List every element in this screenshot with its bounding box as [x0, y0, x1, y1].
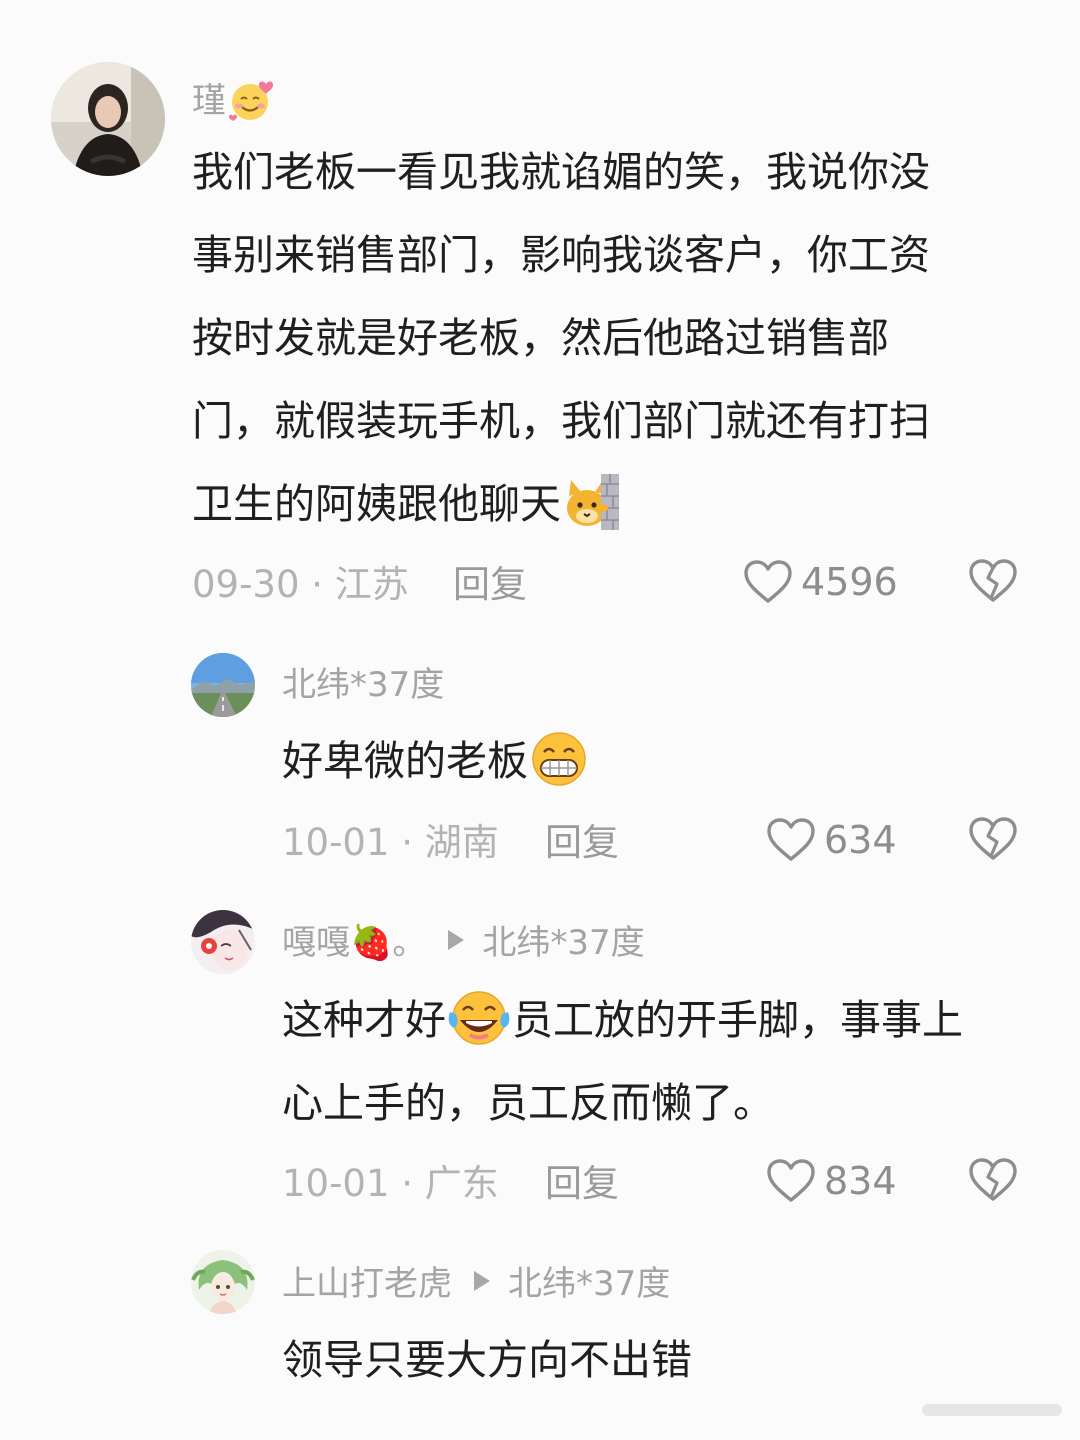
avatar[interactable]	[51, 62, 165, 176]
comment-line-text: 卫生的阿姨跟他聊天	[192, 480, 561, 528]
heart-icon	[767, 1159, 815, 1202]
user-photo-icon	[51, 62, 165, 176]
reply-to-arrow-icon	[448, 930, 465, 950]
comment-line: 事别来销售部门，影响我谈客户，你工资	[192, 231, 930, 279]
cat-peeking-behind-wall-icon	[567, 474, 619, 530]
username[interactable]: 北纬*37度	[282, 668, 444, 702]
comment-text: 这种才好 员工放的开手脚，事事上 心上手的，员工反而懒了。	[282, 979, 963, 1145]
heart-icon	[744, 560, 792, 603]
dislike-button[interactable]	[968, 1157, 1018, 1207]
comment-line: 这种才好 员工放的开手脚，事事上	[282, 979, 963, 1062]
comment-thread: 瑾 我们老板一看见我就谄媚的笑，我说你没 事别来销售部门，影响我谈客户，你工资 …	[0, 0, 1080, 1440]
comment-line: 心上手的，员工反而懒了。	[282, 1079, 774, 1127]
comment-line: 领导只要大方向不出错	[282, 1336, 692, 1384]
like-count: 834	[824, 1159, 897, 1203]
reply-button[interactable]: 回复	[545, 1165, 619, 1202]
like-button[interactable]: 834	[766, 1158, 897, 1204]
comment-line-text: 员工放的开手脚，事事上	[512, 996, 963, 1044]
username[interactable]: 瑾	[192, 78, 276, 122]
username[interactable]: 上山打老虎 北纬*37度	[282, 1267, 670, 1301]
comment-text: 领导只要大方向不出错	[282, 1319, 692, 1402]
road-landscape-icon	[191, 653, 255, 717]
broken-heart-icon	[969, 1158, 1017, 1201]
comment-line-text: 好卑微的老板	[282, 737, 528, 785]
avatar[interactable]	[191, 653, 255, 717]
reply-to-username[interactable]: 北纬*37度	[508, 1264, 670, 1304]
broken-heart-icon	[969, 817, 1017, 860]
username-text: 嘎嘎🍓。	[282, 923, 427, 963]
like-button[interactable]: 634	[766, 817, 897, 863]
reply-to-username[interactable]: 北纬*37度	[482, 923, 644, 963]
green-hair-girl-avatar-icon	[191, 1250, 255, 1314]
dislike-button[interactable]	[968, 558, 1018, 608]
comment-line: 好卑微的老板	[282, 720, 590, 803]
comment-text: 我们老板一看见我就谄媚的笑，我说你没 事别来销售部门，影响我谈客户，你工资 按时…	[192, 131, 930, 546]
username-text: 瑾	[192, 81, 226, 121]
comment-line-text: 这种才好	[282, 996, 446, 1044]
comment-text: 好卑微的老板	[282, 720, 590, 803]
comment-date-location: 10-01 · 广东	[282, 1162, 499, 1205]
avatar[interactable]	[191, 1250, 255, 1314]
heart-icon	[767, 818, 815, 861]
anime-girl-avatar-icon	[191, 910, 255, 974]
comment-date-location: 10-01 · 湖南	[282, 821, 499, 864]
grinning-face-icon	[532, 732, 586, 786]
reply-button[interactable]: 回复	[545, 824, 619, 861]
comment-line: 卫生的阿姨跟他聊天	[192, 463, 930, 546]
comment-line: 我们老板一看见我就谄媚的笑，我说你没	[192, 148, 930, 196]
comment-date-location: 09-30 · 江苏	[192, 563, 409, 606]
like-count: 634	[824, 818, 897, 862]
like-count: 4596	[801, 560, 898, 604]
comment-line: 按时发就是好老板，然后他路过销售部	[192, 314, 889, 362]
username-text: 上山打老虎	[282, 1264, 452, 1304]
crying-laughing-face-icon	[448, 991, 510, 1045]
smiling-face-with-hearts-icon	[229, 81, 274, 121]
reply-button[interactable]: 回复	[453, 566, 527, 603]
like-button[interactable]: 4596	[743, 559, 898, 605]
username[interactable]: 嘎嘎🍓。 北纬*37度	[282, 926, 645, 960]
broken-heart-icon	[969, 559, 1017, 602]
avatar[interactable]	[191, 910, 255, 974]
dislike-button[interactable]	[968, 816, 1018, 866]
scroll-indicator-icon	[922, 1404, 1062, 1416]
comment-line: 门，就假装玩手机，我们部门就还有打扫	[192, 397, 930, 445]
reply-to-arrow-icon	[474, 1271, 490, 1291]
scroll-indicator	[872, 1400, 1072, 1420]
